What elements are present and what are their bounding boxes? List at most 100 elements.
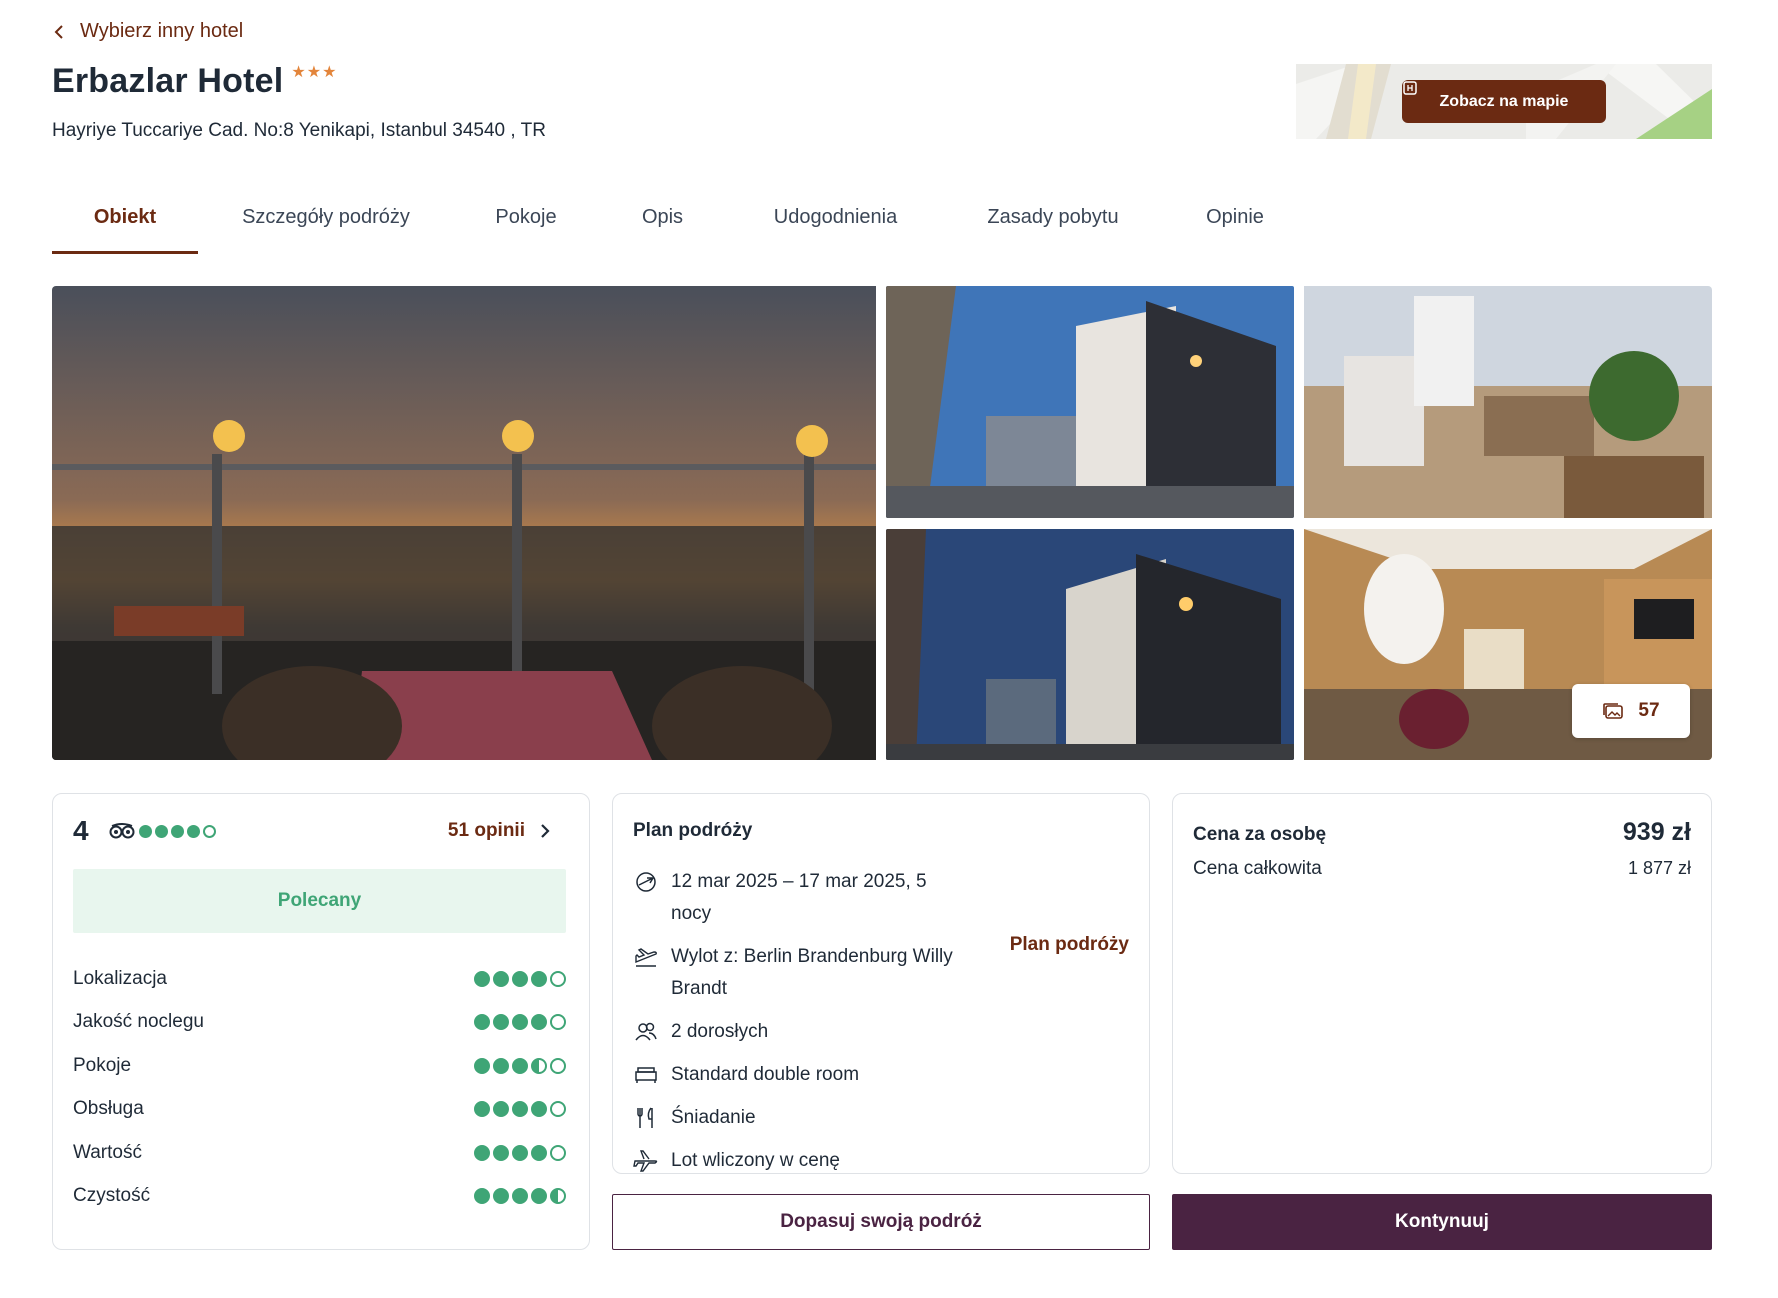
rating-criteria-list: Lokalizacja Jakość noclegu Pokoje Obsług… bbox=[73, 957, 566, 1218]
rating-dot bbox=[139, 824, 152, 838]
criterion-dots bbox=[474, 970, 566, 987]
plane-takeoff-icon bbox=[635, 948, 657, 967]
plan-guests: 2 dorosłych bbox=[633, 1016, 953, 1048]
photo-count-button[interactable]: 57 bbox=[1572, 684, 1690, 738]
criterion-dots bbox=[474, 1057, 566, 1074]
gallery-photo-building-night[interactable] bbox=[886, 529, 1294, 760]
tab-amenities[interactable]: Udogodnienia bbox=[727, 196, 944, 254]
plan-guests-text: 2 dorosłych bbox=[671, 1021, 769, 1042]
price-per-person-value: 939 zł bbox=[1622, 818, 1691, 846]
rating-dot bbox=[531, 1144, 547, 1161]
rating-dot bbox=[493, 1057, 509, 1074]
plan-flight-text: Lot wliczony w cenę bbox=[671, 1150, 840, 1171]
hotel-name: Erbazlar Hotel bbox=[52, 62, 284, 100]
rating-dot bbox=[531, 1014, 547, 1031]
rating-dot bbox=[531, 1101, 547, 1118]
plan-departure: Wylot z: Berlin Brandenburg Willy Brandt bbox=[633, 941, 953, 1005]
rating-dot bbox=[531, 1188, 547, 1205]
plan-board-text: Śniadanie bbox=[671, 1107, 756, 1128]
criterion-label: Pokoje bbox=[73, 1054, 132, 1076]
gallery-photo-terrace[interactable] bbox=[1304, 286, 1712, 518]
criterion-dots bbox=[474, 1188, 566, 1205]
criterion-label: Jakość noclegu bbox=[73, 1011, 204, 1033]
rating-dot bbox=[512, 1144, 528, 1161]
recommended-badge: Polecany bbox=[73, 869, 566, 933]
cutlery-icon bbox=[637, 1107, 653, 1128]
tab-description[interactable]: Opis bbox=[598, 196, 727, 254]
tab-reviews[interactable]: Opinie bbox=[1162, 196, 1308, 254]
criterion-row: Czystość bbox=[73, 1175, 566, 1219]
star-rating-icon: ★★★ bbox=[291, 64, 338, 81]
plan-dates: 12 mar 2025 – 17 mar 2025, 5 nocy bbox=[633, 866, 953, 930]
view-on-map-button[interactable]: Zobacz na mapie bbox=[1402, 80, 1606, 123]
hotel-icon bbox=[1403, 81, 1417, 95]
rating-dot bbox=[155, 824, 168, 838]
trip-plan-title: Plan podróży bbox=[633, 820, 753, 841]
trip-plan-link[interactable]: Plan podróży bbox=[1010, 934, 1129, 956]
gallery-icon bbox=[1603, 703, 1624, 719]
criterion-label: Czystość bbox=[73, 1185, 151, 1207]
reviews-link[interactable]: 51 opinii bbox=[448, 820, 571, 842]
rating-dot bbox=[493, 1188, 509, 1205]
rating-dot bbox=[474, 1101, 490, 1118]
price-per-person-label: Cena za osobę bbox=[1193, 824, 1327, 845]
tab-trip-details[interactable]: Szczegóły podróży bbox=[198, 196, 454, 254]
trip-plan-list: 12 mar 2025 – 17 mar 2025, 5 nocy Wylot … bbox=[633, 866, 953, 1188]
back-link-label: Wybierz inny hotel bbox=[80, 20, 244, 42]
customize-trip-button[interactable]: Dopasuj swoją podróż bbox=[612, 1194, 1150, 1250]
rating-dot bbox=[474, 1188, 490, 1205]
trip-plan-card: Plan podróży 12 mar 2025 – 17 mar 2025, … bbox=[612, 793, 1150, 1174]
rating-dot bbox=[550, 1101, 566, 1118]
criterion-label: Obsługa bbox=[73, 1098, 144, 1120]
chevron-right-icon bbox=[541, 824, 550, 838]
plan-room: Standard double room bbox=[633, 1059, 953, 1091]
overall-rating-dots bbox=[139, 824, 216, 838]
rating-dot bbox=[550, 1188, 566, 1205]
criterion-row: Obsługa bbox=[73, 1088, 566, 1132]
tab-property[interactable]: Obiekt bbox=[52, 196, 198, 254]
price-total-label: Cena całkowita bbox=[1193, 858, 1322, 879]
tab-rooms[interactable]: Pokoje bbox=[454, 196, 598, 254]
hotel-address: Hayriye Tuccariye Cad. No:8 Yenikapi, Is… bbox=[52, 120, 546, 141]
plane-icon bbox=[633, 1150, 658, 1172]
rating-dot bbox=[187, 824, 200, 838]
criterion-row: Pokoje bbox=[73, 1044, 566, 1088]
calendar-plane-icon bbox=[636, 872, 656, 892]
rating-dot bbox=[474, 1014, 490, 1031]
continue-button[interactable]: Kontynuuj bbox=[1172, 1194, 1712, 1250]
criterion-label: Wartość bbox=[73, 1141, 142, 1163]
tab-bar: Obiekt Szczegóły podróży Pokoje Opis Udo… bbox=[52, 196, 1308, 254]
hotel-title-row: Erbazlar Hotel ★★★ bbox=[52, 62, 337, 101]
criterion-dots bbox=[474, 1144, 566, 1161]
price-total-row: Cena całkowita 1 877 zł bbox=[1193, 858, 1691, 880]
reviews-count-label: 51 opinii bbox=[447, 820, 525, 841]
back-link[interactable]: Wybierz inny hotel bbox=[52, 20, 243, 43]
tripadvisor-owl-icon bbox=[109, 823, 135, 839]
plan-flight: Lot wliczony w cenę bbox=[633, 1145, 953, 1177]
rating-dot bbox=[550, 970, 566, 987]
rating-dot bbox=[493, 1014, 509, 1031]
rating-dot bbox=[531, 1057, 547, 1074]
rating-dot bbox=[474, 970, 490, 987]
rating-dot bbox=[512, 1188, 528, 1205]
gallery-photo-building-day[interactable] bbox=[886, 286, 1294, 518]
criterion-dots bbox=[474, 1014, 566, 1031]
rating-dot bbox=[512, 1014, 528, 1031]
rating-dot bbox=[493, 1101, 509, 1118]
criterion-dots bbox=[474, 1101, 566, 1118]
price-card: Cena za osobę 939 zł Cena całkowita 1 87… bbox=[1172, 793, 1712, 1174]
price-per-person-row: Cena za osobę 939 zł bbox=[1193, 818, 1691, 847]
rating-dot bbox=[512, 1101, 528, 1118]
map-preview[interactable]: Zobacz na mapie bbox=[1296, 64, 1712, 139]
guests-icon bbox=[635, 1022, 657, 1041]
tab-policies[interactable]: Zasady pobytu bbox=[944, 196, 1162, 254]
gallery-main-photo[interactable] bbox=[52, 286, 876, 760]
rating-dot bbox=[550, 1014, 566, 1031]
rating-dot bbox=[171, 824, 184, 838]
criterion-label: Lokalizacja bbox=[73, 967, 167, 989]
rating-dot bbox=[550, 1144, 566, 1161]
chevron-left-icon bbox=[54, 24, 63, 39]
rating-dot bbox=[493, 1144, 509, 1161]
plan-board: Śniadanie bbox=[633, 1102, 953, 1134]
price-total-value: 1 877 zł bbox=[1627, 858, 1691, 878]
